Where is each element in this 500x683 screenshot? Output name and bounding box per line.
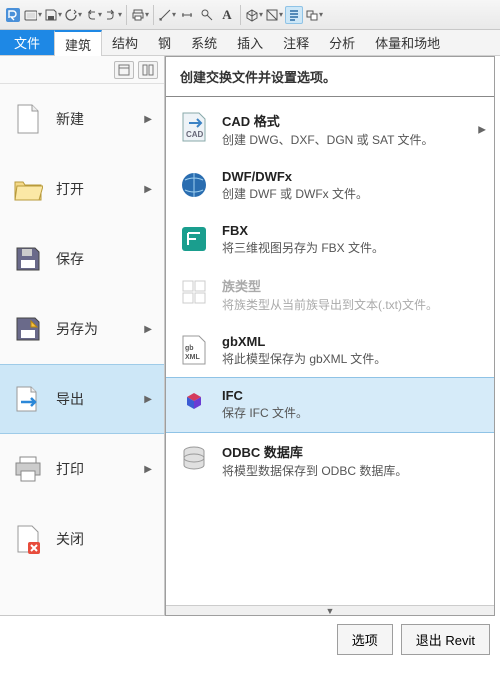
print-file-icon	[12, 453, 44, 485]
export-item-desc: 创建 DWF 或 DWFx 文件。	[222, 186, 482, 203]
chevron-right-icon: ▶	[144, 464, 152, 475]
file-menu-panel: 新建 ▶ 打开 ▶ 保存 另存为 ▶ 导出	[0, 56, 500, 683]
tab-analyze[interactable]: 分析	[319, 30, 365, 55]
export-item-title: IFC	[222, 388, 482, 403]
section-icon[interactable]	[265, 6, 283, 24]
gbxml-icon: gb XML	[178, 334, 210, 366]
undo-icon[interactable]	[84, 6, 102, 24]
tab-annotate[interactable]: 注释	[273, 30, 319, 55]
svg-text:gb: gb	[185, 345, 194, 352]
sidebar-item-label: 打印	[56, 459, 132, 479]
open-icon[interactable]	[24, 6, 42, 24]
chevron-right-icon: ▶	[144, 324, 152, 335]
app-logo-icon[interactable]	[4, 6, 22, 24]
dwf-icon	[178, 169, 210, 201]
export-item-title: DWF/DWFx	[222, 169, 482, 184]
sidebar-item-label: 导出	[56, 389, 132, 409]
export-item-cad[interactable]: CAD CAD 格式 创建 DWG、DXF、DGN 或 SAT 文件。 ▶	[166, 101, 494, 159]
export-item-familytypes: 族类型 将族类型从当前族导出到文本(.txt)文件。	[166, 266, 494, 324]
export-item-title: CAD 格式	[222, 111, 482, 130]
submenu-title: 创建交换文件并设置选项。	[166, 57, 494, 97]
tab-architecture[interactable]: 建筑	[54, 30, 102, 56]
export-item-odbc[interactable]: ODBC 数据库 将模型数据保存到 ODBC 数据库。	[166, 432, 494, 490]
sidebar-item-label: 关闭	[56, 529, 152, 549]
export-item-ifc[interactable]: IFC 保存 IFC 文件。	[166, 377, 494, 433]
svg-text:CAD: CAD	[186, 130, 204, 139]
svg-text:XML: XML	[185, 354, 201, 361]
tab-structure[interactable]: 结构	[102, 30, 148, 55]
tab-file[interactable]: 文件	[0, 30, 54, 55]
sidebar-item-label: 另存为	[56, 319, 132, 339]
recent-places-icon[interactable]	[138, 61, 158, 79]
export-item-dwf[interactable]: DWF/DWFx 创建 DWF 或 DWFx 文件。	[166, 159, 494, 213]
sidebar-header	[0, 56, 164, 84]
chevron-right-icon: ▶	[144, 114, 152, 125]
fbx-icon	[178, 223, 210, 255]
ribbon-tabs: 文件 建筑 结构 钢 系统 插入 注释 分析 体量和场地	[0, 30, 500, 56]
measure-icon[interactable]	[158, 6, 176, 24]
file-menu-sidebar: 新建 ▶ 打开 ▶ 保存 另存为 ▶ 导出	[0, 56, 165, 616]
export-item-desc: 创建 DWG、DXF、DGN 或 SAT 文件。	[222, 132, 482, 149]
print-icon[interactable]	[131, 6, 149, 24]
sidebar-item-close[interactable]: 关闭	[0, 504, 164, 574]
sidebar-item-open[interactable]: 打开 ▶	[0, 154, 164, 224]
tag-icon[interactable]	[198, 6, 216, 24]
save-icon[interactable]	[44, 6, 62, 24]
manage-links-icon[interactable]	[305, 6, 323, 24]
recent-docs-icon[interactable]	[114, 61, 134, 79]
sidebar-item-new[interactable]: 新建 ▶	[0, 84, 164, 154]
3d-icon[interactable]	[245, 6, 263, 24]
ifc-icon	[178, 388, 210, 420]
sidebar-item-save[interactable]: 保存	[0, 224, 164, 294]
export-item-desc: 将此模型保存为 gbXML 文件。	[222, 351, 482, 368]
new-file-icon	[12, 103, 44, 135]
sidebar-item-print[interactable]: 打印 ▶	[0, 434, 164, 504]
submenu-list: CAD CAD 格式 创建 DWG、DXF、DGN 或 SAT 文件。 ▶ DW…	[166, 97, 494, 605]
redo-icon[interactable]	[104, 6, 122, 24]
sidebar-item-label: 打开	[56, 179, 132, 199]
chevron-right-icon: ▶	[144, 394, 152, 405]
export-item-title: FBX	[222, 223, 482, 238]
tab-massing[interactable]: 体量和场地	[365, 30, 450, 55]
tab-insert[interactable]: 插入	[227, 30, 273, 55]
file-menu-footer: 选项 退出 Revit	[337, 624, 490, 655]
chevron-right-icon: ▶	[478, 124, 486, 135]
exit-button[interactable]: 退出 Revit	[401, 624, 490, 655]
export-submenu: 创建交换文件并设置选项。 CAD CAD 格式 创建 DWG、DXF、DGN 或…	[165, 56, 495, 616]
scroll-down-icon[interactable]: ▼	[166, 605, 494, 615]
sidebar-item-label: 新建	[56, 109, 132, 129]
export-item-title: 族类型	[222, 276, 482, 295]
open-folder-icon	[12, 173, 44, 205]
export-item-desc: 将三维视图另存为 FBX 文件。	[222, 240, 482, 257]
chevron-right-icon: ▶	[144, 184, 152, 195]
export-item-title: gbXML	[222, 334, 482, 349]
odbc-icon	[178, 442, 210, 474]
export-item-title: ODBC 数据库	[222, 442, 482, 461]
familytype-icon	[178, 276, 210, 308]
sidebar-item-saveas[interactable]: 另存为 ▶	[0, 294, 164, 364]
cad-icon: CAD	[178, 111, 210, 143]
sidebar-item-export[interactable]: 导出 ▶	[0, 364, 164, 434]
export-icon	[12, 383, 44, 415]
saveas-icon	[12, 313, 44, 345]
export-item-gbxml[interactable]: gbXML gbXML 将此模型保存为 gbXML 文件。	[166, 324, 494, 378]
export-item-fbx[interactable]: FBX 将三维视图另存为 FBX 文件。	[166, 213, 494, 267]
dimension-icon[interactable]	[178, 6, 196, 24]
quick-access-toolbar: A	[0, 0, 500, 30]
export-item-desc: 将模型数据保存到 ODBC 数据库。	[222, 463, 482, 480]
export-item-desc: 将族类型从当前族导出到文本(.txt)文件。	[222, 297, 482, 314]
sidebar-item-label: 保存	[56, 249, 152, 269]
save-disk-icon	[12, 243, 44, 275]
properties-icon[interactable]	[285, 6, 303, 24]
tab-steel[interactable]: 钢	[148, 30, 181, 55]
close-file-icon	[12, 523, 44, 555]
text-icon[interactable]: A	[218, 6, 236, 24]
sync-icon[interactable]	[64, 6, 82, 24]
tab-systems[interactable]: 系统	[181, 30, 227, 55]
export-item-desc: 保存 IFC 文件。	[222, 405, 482, 422]
options-button[interactable]: 选项	[337, 624, 393, 655]
